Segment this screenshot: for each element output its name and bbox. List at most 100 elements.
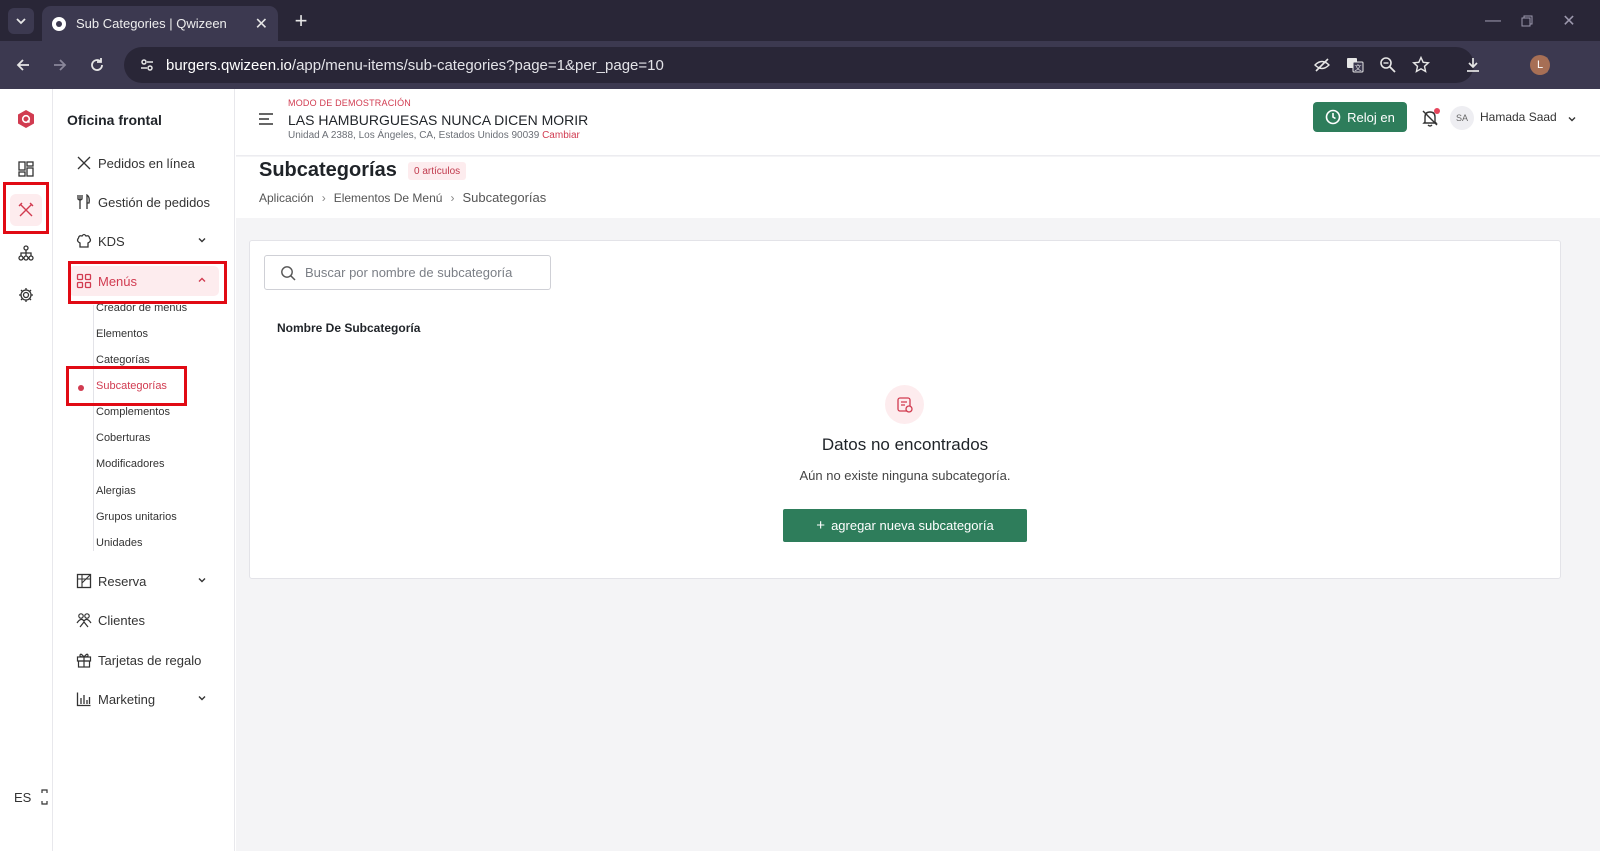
org-chart-icon (18, 245, 34, 261)
fork-knife-icon (75, 154, 93, 172)
notification-dot (1434, 108, 1440, 114)
browser-tab-bar: Sub Categories | Qwizeen ✕ + — ✕ (0, 0, 1600, 41)
submenu-addons[interactable]: Complementos (96, 406, 170, 418)
notifications-off-icon[interactable] (1420, 108, 1440, 128)
submenu-unit-groups[interactable]: Grupos unitarios (96, 511, 177, 523)
subcategories-card: Nombre De Subcategoría Datos no encontra… (249, 240, 1561, 579)
add-subcategory-label: agregar nueva subcategoría (831, 518, 994, 533)
svg-text:文: 文 (1355, 63, 1362, 72)
change-store-link[interactable]: Cambiar (542, 130, 580, 141)
chevron-right-icon: › (321, 190, 326, 205)
clock-in-label: Reloj en (1347, 109, 1395, 125)
store-name: LAS HAMBURGUESAS NUNCA DICEN MORIR (288, 112, 589, 128)
sidebar-item-reservation[interactable]: Reserva (69, 566, 219, 596)
user-name[interactable]: Hamada Saad (1480, 110, 1557, 124)
submenu-toppings[interactable]: Coberturas (96, 432, 150, 444)
download-icon (1467, 58, 1479, 72)
zoom-icon[interactable] (1378, 55, 1398, 75)
chevron-down-icon (16, 18, 26, 25)
users-icon (75, 611, 93, 629)
profile-avatar[interactable]: L (1530, 55, 1550, 75)
sidebar-title: Oficina frontal (67, 112, 162, 128)
rail-dashboard-item[interactable] (10, 153, 42, 185)
gift-icon (75, 651, 93, 669)
breadcrumb-menu-items[interactable]: Elementos De Menú (334, 191, 443, 205)
hamburger-menu-icon[interactable] (258, 112, 274, 126)
sidebar-item-kds[interactable]: KDS (69, 226, 219, 256)
chevron-down-icon (198, 696, 206, 701)
highlight-box-menus (68, 261, 227, 304)
forward-button[interactable] (46, 51, 74, 79)
breadcrumb-app[interactable]: Aplicación (259, 191, 314, 205)
sidebar-item-label: Clientes (98, 612, 145, 628)
submenu-items[interactable]: Elementos (96, 328, 148, 340)
app-root: ES Oficina frontal Pedidos en línea Gest… (0, 89, 1600, 851)
empty-state-subtitle: Aún no existe ninguna subcategoría. (799, 468, 1011, 483)
translate-icon[interactable]: 文 (1345, 55, 1365, 75)
fullscreen-icon[interactable] (40, 788, 50, 806)
clock-icon (1325, 109, 1341, 125)
close-tab-icon[interactable]: ✕ (255, 14, 268, 34)
empty-state-icon (885, 385, 924, 424)
eye-off-icon[interactable] (1312, 55, 1332, 75)
chevron-down-icon (198, 578, 206, 583)
gear-icon (19, 288, 33, 302)
search-box[interactable] (264, 255, 551, 290)
user-avatar[interactable]: SA (1450, 106, 1474, 130)
search-icon (281, 265, 296, 281)
new-tab-button[interactable]: + (288, 8, 314, 34)
rail-organization-item[interactable] (10, 237, 42, 269)
main-content: MODO DE DEMOSTRACIÓN LAS HAMBURGUESAS NU… (236, 89, 1600, 851)
sidebar-item-order-management[interactable]: Gestión de pedidos (69, 187, 219, 217)
chevron-down-icon (198, 238, 206, 243)
highlight-box-subcategories (66, 366, 187, 406)
chevron-down-icon[interactable] (1567, 114, 1577, 124)
submenu-units[interactable]: Unidades (96, 537, 142, 549)
search-input[interactable] (305, 265, 535, 280)
page-header: Subcategorías 0 artículos Aplicación › E… (236, 157, 1600, 218)
chart-icon (75, 690, 93, 708)
rail-settings-item[interactable] (10, 279, 42, 311)
minimize-window-icon[interactable]: — (1478, 8, 1508, 34)
reload-icon (91, 58, 103, 71)
arrow-left-icon (16, 59, 29, 71)
store-address: Unidad A 2388, Los Ángeles, CA, Estados … (288, 130, 580, 141)
sidebar-item-label: Pedidos en línea (98, 155, 195, 171)
plus-icon: + (816, 517, 826, 534)
submenu-modifiers[interactable]: Modificadores (96, 458, 164, 470)
sidebar: Oficina frontal Pedidos en línea Gestión… (53, 89, 235, 851)
item-count-badge: 0 artículos (408, 162, 467, 180)
top-bar: MODO DE DEMOSTRACIÓN LAS HAMBURGUESAS NU… (236, 89, 1600, 156)
chevron-right-icon: › (450, 190, 455, 205)
submenu-tree-line (93, 305, 94, 551)
browser-toolbar: burgers.qwizeen.io/app/menu-items/sub-ca… (0, 41, 1600, 89)
sidebar-item-customers[interactable]: Clientes (69, 605, 219, 635)
close-window-icon[interactable]: ✕ (1554, 8, 1584, 34)
downloads-button[interactable] (1459, 51, 1487, 79)
sidebar-item-gift-cards[interactable]: Tarjetas de regalo (69, 645, 219, 675)
qwizeen-logo-icon[interactable] (16, 109, 36, 129)
highlight-box-rail-menu (3, 182, 49, 234)
browser-tab[interactable]: Sub Categories | Qwizeen ✕ (42, 6, 278, 41)
back-button[interactable] (9, 51, 37, 79)
submenu-allergies[interactable]: Alergias (96, 485, 136, 497)
sidebar-item-marketing[interactable]: Marketing (69, 684, 219, 714)
clock-in-button[interactable]: Reloj en (1313, 102, 1407, 132)
add-subcategory-button[interactable]: + agregar nueva subcategoría (783, 509, 1027, 542)
language-switcher[interactable]: ES (14, 790, 31, 805)
sidebar-item-label: Reserva (98, 573, 147, 589)
column-header-subcategory-name[interactable]: Nombre De Subcategoría (277, 321, 420, 335)
tab-search-button[interactable] (8, 8, 34, 34)
sidebar-item-online-orders[interactable]: Pedidos en línea (69, 148, 219, 178)
submenu-categories[interactable]: Categorías (96, 354, 150, 366)
sidebar-item-label: KDS (98, 233, 125, 249)
reload-button[interactable] (83, 51, 111, 79)
site-settings-icon[interactable] (136, 54, 158, 76)
sidebar-item-label: Marketing (98, 691, 156, 707)
site-favicon-icon (52, 16, 66, 31)
utensils-icon (75, 193, 93, 211)
table-icon (75, 572, 93, 590)
bookmark-star-icon[interactable] (1411, 55, 1431, 75)
address-bar[interactable]: burgers.qwizeen.io/app/menu-items/sub-ca… (124, 47, 1474, 83)
restore-window-icon[interactable] (1512, 8, 1542, 34)
